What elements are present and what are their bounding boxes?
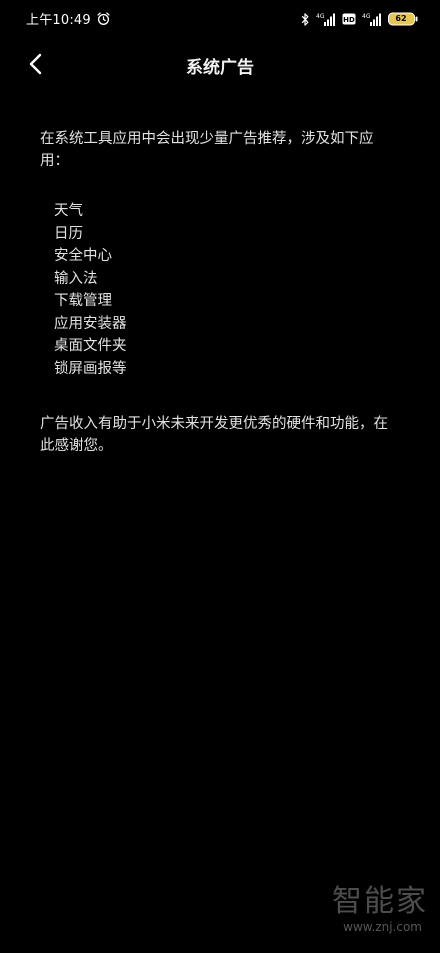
network-type-label: 4G <box>362 13 371 20</box>
list-item: 下载管理 <box>54 293 112 309</box>
list-item: 安全中心 <box>54 248 112 264</box>
status-time: 上午10:49 <box>26 13 91 28</box>
hd-icon: HD <box>342 13 356 25</box>
watermark: 智能家 www.znj.com <box>318 885 428 945</box>
intro-text: 在系统工具应用中会出现少量广告推荐，涉及如下应用： <box>40 131 374 169</box>
outro-text: 广告收入有助于小米未来开发更优秀的硬件和功能，在此感谢您。 <box>40 416 388 454</box>
alarm-icon <box>97 12 110 25</box>
list-item: 天气 <box>54 203 83 219</box>
list-item: 日历 <box>54 225 83 242</box>
list-item: 输入法 <box>54 270 98 287</box>
app-list: 天气 日历 安全中心 输入法 下载管理 应用安装器 桌面文件夹 锁屏画报等 <box>40 200 402 380</box>
battery-icon: 62 <box>388 12 418 26</box>
nav-bar: 系统广告 <box>0 40 440 90</box>
signal-icon: 4G <box>316 13 335 26</box>
watermark-url: www.znj.com <box>343 920 422 934</box>
list-item: 锁屏画报等 <box>54 360 127 377</box>
status-icons: 4G HD 4G 62 <box>300 10 418 28</box>
watermark-logo: 智能家 <box>332 884 428 919</box>
hd-label: HD <box>343 16 355 24</box>
bluetooth-icon <box>301 12 309 26</box>
list-item: 应用安装器 <box>54 315 127 332</box>
page-title: 系统广告 <box>186 58 254 78</box>
ad-description: 在系统工具应用中会出现少量广告推荐，涉及如下应用： 天气 日历 安全中心 输入法… <box>40 128 402 457</box>
battery-level: 62 <box>395 14 407 23</box>
network-type-label: 4G <box>316 13 325 20</box>
list-item: 桌面文件夹 <box>54 338 127 354</box>
signal-icon: 4G <box>362 13 381 26</box>
status-bar: 上午10:49 4G HD 4G 62 <box>0 0 440 40</box>
